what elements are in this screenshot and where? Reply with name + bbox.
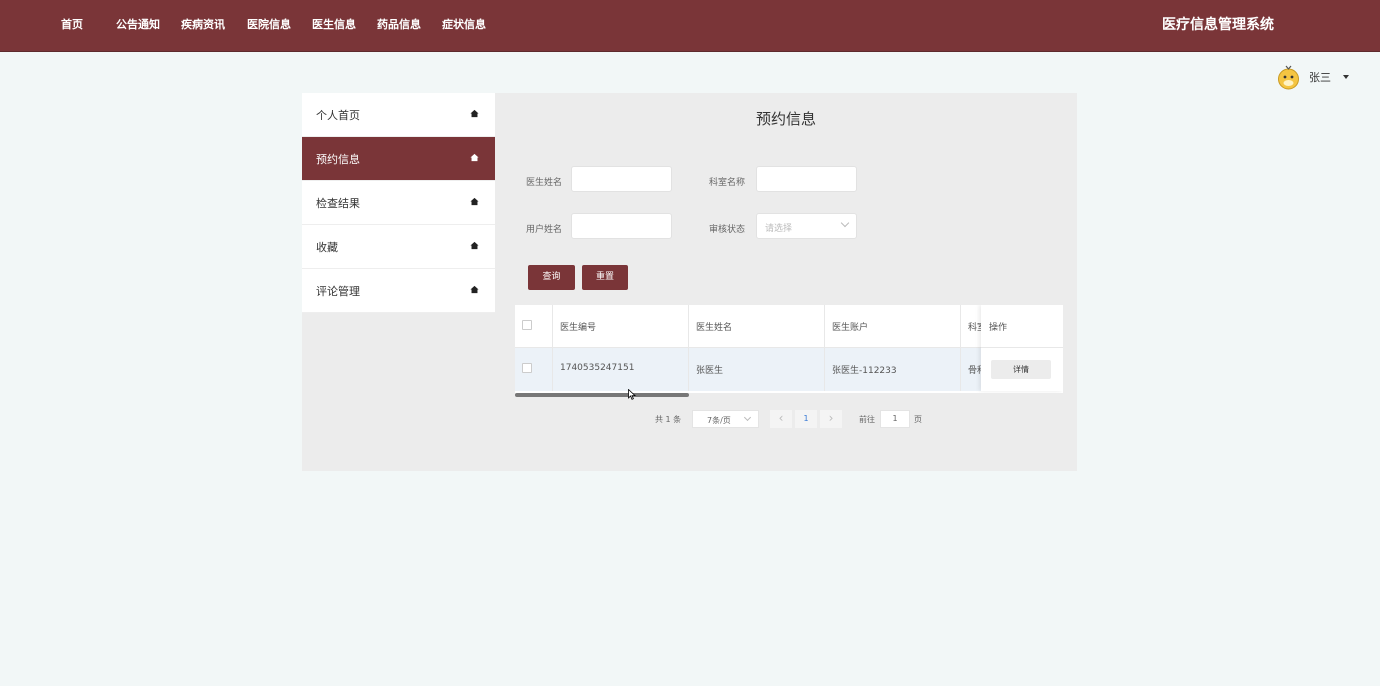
review-status-placeholder: 请选择 [765,224,793,234]
reset-button[interactable]: 重置 [582,265,628,290]
detail-button[interactable]: 详情 [991,360,1051,379]
next-page-button[interactable]: › [820,410,842,428]
system-title: 医疗信息管理系统 [1162,17,1274,33]
page-title: 预约信息 [755,110,816,128]
query-button[interactable]: 查询 [528,265,575,290]
page-size-value: 7条/页 [707,416,731,425]
nav-doctor-info[interactable]: 医生信息 [312,0,356,51]
dept-name-label: 科室名称 [709,178,746,188]
avatar [1278,65,1299,90]
doctor-name-input[interactable] [571,166,672,192]
mouse-cursor-icon [628,389,636,400]
sidebar-item-favorites[interactable]: 收藏 [302,225,495,269]
dept-name-input[interactable] [756,166,857,192]
nav-home[interactable]: 首页 [61,0,83,51]
sidebar-item-personal-home[interactable]: 个人首页 [302,93,495,137]
row-checkbox[interactable] [522,363,532,373]
chevron-down-icon [840,218,850,228]
goto-page-input[interactable]: 1 [880,410,910,428]
col-label: 医生账户 [832,323,869,333]
doctor-name-label: 医生姓名 [526,178,563,188]
caret-down-icon [1343,75,1349,79]
sidebar-item-label: 检查结果 [316,197,360,210]
action-column: 操作 详情 [981,305,1063,391]
page-size-select[interactable]: 7条/页 [692,410,759,428]
home-icon [470,285,479,294]
sidebar-item-appointments[interactable]: 预约信息 [302,137,495,181]
sidebar-item-comments[interactable]: 评论管理 [302,269,495,313]
nav-medicine-info[interactable]: 药品信息 [377,0,421,51]
appointments-table: 医生编号 医生姓名 医生账户 科室 1740535247151 张医生 张医生-… [515,305,1063,393]
nav-disease-news[interactable]: 疾病资讯 [181,0,225,51]
cell-doctor-name: 张医生 [689,348,825,391]
sidebar-item-label: 收藏 [316,241,338,254]
chevron-down-icon [743,413,752,422]
col-doctor-account: 医生账户 [825,305,961,347]
col-actions: 操作 [989,323,1008,333]
row-checkbox-cell [515,348,553,391]
home-icon [470,197,479,206]
home-icon [470,241,479,250]
sidebar-item-label: 个人首页 [316,109,360,122]
header-checkbox-cell [515,305,553,347]
nav-hospital-info[interactable]: 医院信息 [247,0,291,51]
home-icon [470,109,479,118]
divider [981,347,1063,348]
top-nav-bar: 首页 公告通知 疾病资讯 医院信息 医生信息 药品信息 症状信息 医疗信息管理系… [0,0,1380,52]
user-name: 张三 [1309,71,1331,84]
cell-doctor-id: 1740535247151 [553,348,689,391]
user-name-input[interactable] [571,213,672,239]
sidebar-item-exam-results[interactable]: 检查结果 [302,181,495,225]
nav-symptom-info[interactable]: 症状信息 [442,0,486,51]
col-label: 医生编号 [560,323,597,333]
home-icon [470,153,479,162]
content-panel: 个人首页 预约信息 检查结果 收藏 评论管理 预约信息 医生姓名 科室名称 用户… [302,93,1077,471]
sidebar-item-label: 评论管理 [316,285,360,298]
user-name-label: 用户姓名 [526,225,563,235]
col-doctor-id: 医生编号 [553,305,689,347]
goto-label: 前往 [859,415,875,424]
page-suffix: 页 [914,415,922,424]
cell-text: 张医生 [696,366,724,376]
col-doctor-name: 医生姓名 [689,305,825,347]
nav-notices[interactable]: 公告通知 [116,0,160,51]
sidebar: 个人首页 预约信息 检查结果 收藏 评论管理 [302,93,495,313]
col-label: 医生姓名 [696,323,733,333]
prev-page-button[interactable]: ‹ [770,410,792,428]
total-count: 共 1 条 [655,415,682,424]
review-status-label: 审核状态 [709,225,746,235]
select-all-checkbox[interactable] [522,320,532,330]
cell-text: 张医生-112233 [832,366,897,376]
horizontal-scrollbar[interactable] [515,393,689,397]
sidebar-item-label: 预约信息 [316,153,360,166]
page-number-current[interactable]: 1 [795,410,817,428]
cell-doctor-account: 张医生-112233 [825,348,961,391]
cell-text: 1740535247151 [560,363,635,373]
review-status-select[interactable]: 请选择 [756,213,857,239]
